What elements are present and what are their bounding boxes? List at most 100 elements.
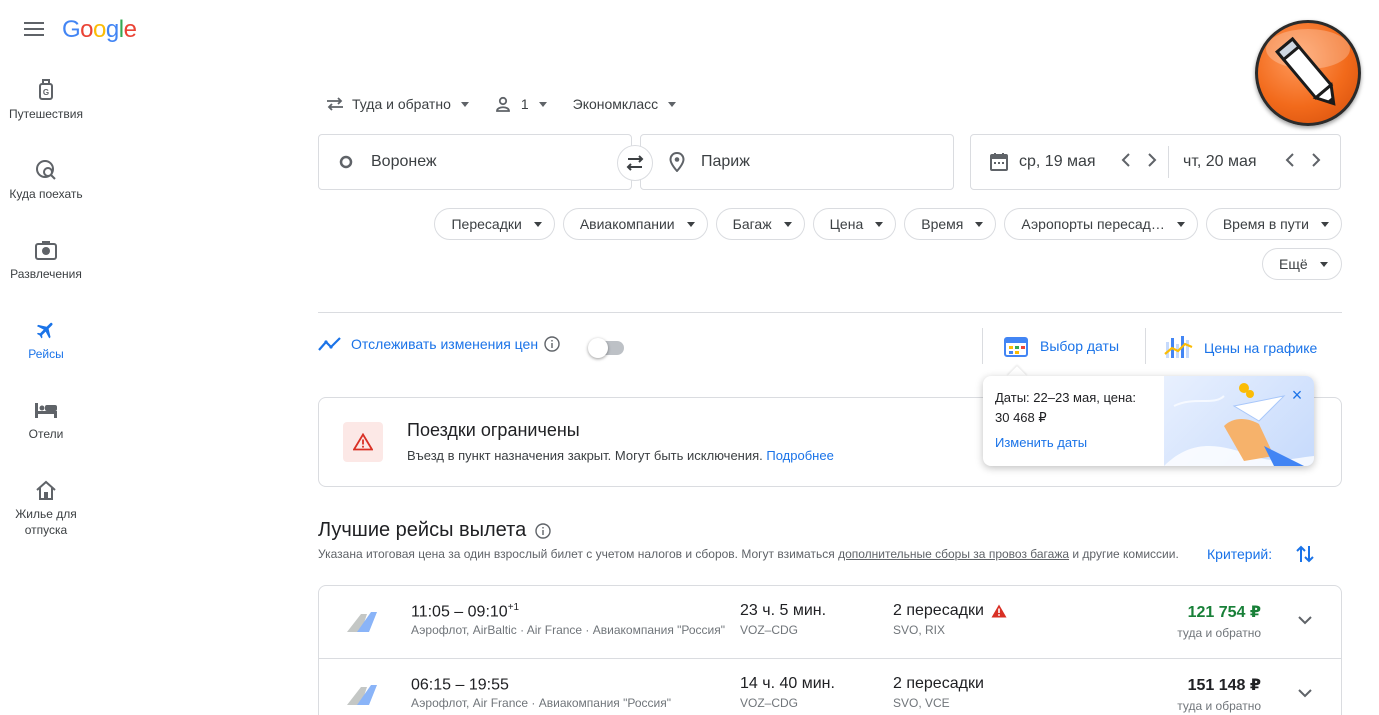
track-prices-switch[interactable] [588,338,624,358]
price-graph-button[interactable]: Цены на графике [1163,332,1317,364]
sidebar-item-flights[interactable]: Рейсы [0,318,92,362]
dropdown-caret-icon [668,101,677,107]
airline-logo-icon [347,685,377,705]
passengers-select[interactable]: 1 [495,96,547,112]
depart-next-button[interactable] [1147,152,1157,172]
chevron-right-icon [1312,152,1321,167]
stops-count: 2 пересадки [893,602,984,619]
sidebar-item-label: Куда поехать [9,187,83,201]
popup-line-2: 30 468 ₽ [995,410,1047,425]
restriction-message: Въезд в пункт назначения закрыт. Могут б… [407,448,763,463]
baggage-fees-link[interactable]: дополнительные сборы за провоз багажа [838,547,1069,561]
cabin-class-label: Экономкласс [572,96,659,112]
disclaimer-text: Указана итоговая цена за один взрослый б… [318,547,839,561]
swap-locations-button[interactable] [617,145,653,181]
expand-button[interactable] [1297,612,1313,630]
cabin-class-select[interactable]: Экономкласс [573,96,677,112]
dropdown-caret-icon [1319,261,1328,267]
flight-layovers: SVO, VCE [893,696,950,710]
chip-label: Багаж [732,216,772,232]
origin-circle-icon [339,155,353,169]
trip-type-select[interactable]: Туда и обратно [326,96,469,112]
price-graph-label: Цены на графике [1204,340,1318,356]
filter-more[interactable]: Ещё [1262,248,1342,280]
filter-times[interactable]: Время [904,208,997,240]
chevron-down-icon [1298,616,1312,625]
restriction-learn-more-link[interactable]: Подробнее [766,448,833,463]
chip-label: Аэропорты пересад… [1021,216,1165,232]
vertical-divider [1145,328,1146,364]
track-prices-label: Отслеживать изменения цен [351,336,539,352]
flight-times: 06:15 – 19:55 [411,675,509,694]
price-disclaimer: Указана итоговая цена за один взрослый б… [318,546,1198,562]
logo-letter: o [80,16,94,43]
return-next-button[interactable] [1311,152,1321,172]
sort-arrows-icon [1296,545,1314,563]
sort-by-label[interactable]: Критерий: [1207,546,1272,562]
date-grid-button[interactable]: Выбор даты [1002,332,1119,360]
filter-chips: Пересадки Авиакомпании Багаж Цена Время … [434,208,1342,240]
flight-route: VOZ–CDG [740,623,799,637]
depart-prev-button[interactable] [1121,152,1131,172]
return-prev-button[interactable] [1285,152,1295,172]
sidebar-item-travel[interactable]: G Путешествия [0,78,92,122]
depart-date[interactable]: ср, 19 мая [1019,153,1107,171]
stops-count: 2 пересадки [893,675,984,692]
date-grid-label: Выбор даты [1040,338,1120,354]
change-dates-link[interactable]: Изменить даты [995,435,1087,450]
chip-label: Пересадки [451,216,522,232]
google-logo[interactable]: Google [62,16,137,44]
filter-stops[interactable]: Пересадки [434,208,555,240]
filter-price[interactable]: Цена [812,208,897,240]
filter-airlines[interactable]: Авиакомпании [562,208,708,240]
sidebar-item-explore[interactable]: Куда поехать [0,158,92,202]
price-type: туда и обратно [1177,626,1261,640]
globe-search-icon [34,158,58,182]
flight-airlines: Аэрофлот, Air France · Авиакомпания "Рос… [411,696,672,710]
origin-input[interactable]: Воронеж [318,134,632,190]
logo-letter: e [123,16,137,43]
location-pin-icon [669,152,685,172]
best-flights-heading: Лучшие рейсы вылета [318,519,527,541]
sidebar-item-label: Путешествия [8,107,84,121]
sidebar-item-label: Рейсы [28,347,64,361]
sidebar-item-hotels[interactable]: Отели [0,398,92,442]
airline-logo-icon [347,612,377,632]
filter-duration[interactable]: Время в пути [1205,208,1342,240]
calendar-grid-icon [1004,337,1028,357]
warning-triangle-icon [991,604,1007,618]
restriction-title: Поездки ограничены [407,420,580,440]
destination-input[interactable]: Париж [640,134,954,190]
expand-button[interactable] [1297,685,1313,703]
sidebar-item-label: Развлечения [10,267,82,281]
info-icon[interactable] [535,522,551,539]
flight-result-row[interactable]: 06:15 – 19:55 Аэрофлот, Air France · Ави… [319,658,1341,715]
flight-stops: 2 пересадки [893,675,984,693]
filter-connecting-airports[interactable]: Аэропорты пересад… [1004,208,1198,240]
sidebar-item-vacation-rentals[interactable]: Жилье для отпуска [0,478,92,538]
logo-letter: g [105,16,119,43]
sort-button[interactable] [1296,544,1314,569]
info-icon[interactable] [544,336,560,352]
destination-value: Париж [701,153,750,170]
camera-icon [34,238,58,262]
dropdown-caret-icon [538,101,547,107]
track-prices-toggle-label[interactable]: Отслеживать изменения цен [318,336,560,352]
flight-price: 151 148 ₽ [1187,677,1261,694]
chip-label: Авиакомпании [579,216,675,232]
dropdown-caret-icon [875,221,884,227]
sidebar-item-label: Жилье для отпуска [15,507,77,537]
filter-bags[interactable]: Багаж [715,208,805,240]
main-menu-button[interactable] [24,22,44,38]
close-icon[interactable]: × [1288,386,1306,404]
swap-arrows-icon [327,97,343,111]
sidebar-item-things-to-do[interactable]: Развлечения [0,238,92,282]
calendar-icon [990,153,1008,171]
dropdown-caret-icon [975,221,984,227]
luggage-icon: G [34,78,58,102]
dropdown-caret-icon [783,221,792,227]
return-date[interactable]: чт, 20 мая [1183,153,1271,171]
flight-result-row[interactable]: 11:05 – 09:10+1 Аэрофлот, AirBaltic · Ai… [319,586,1341,658]
restriction-text: Въезд в пункт назначения закрыт. Могут б… [407,448,834,463]
dropdown-caret-icon [1321,221,1329,227]
